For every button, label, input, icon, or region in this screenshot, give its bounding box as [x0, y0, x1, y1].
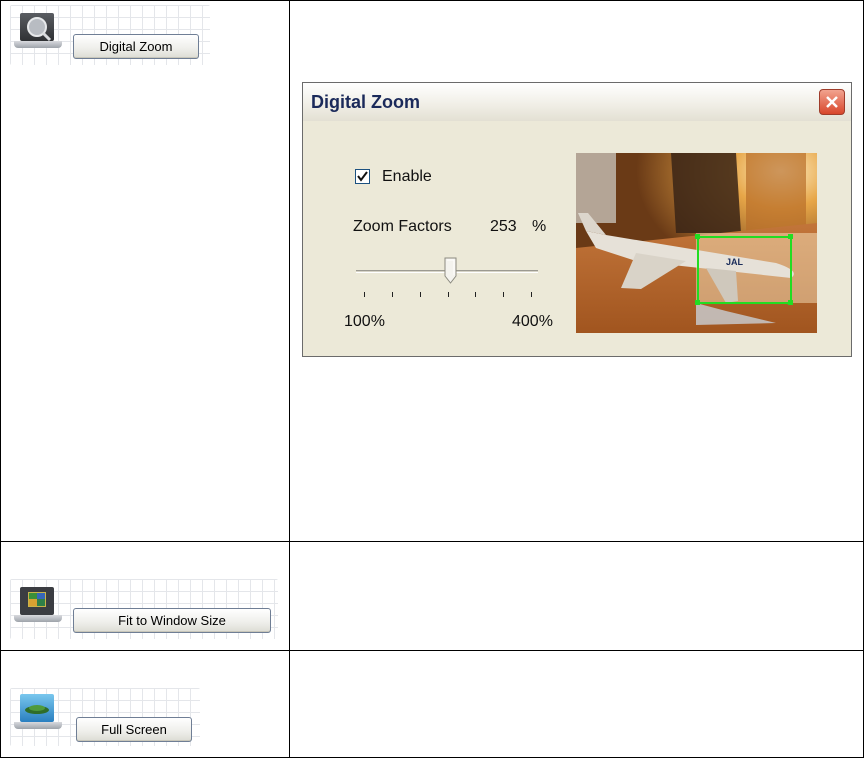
fit-window-laptop-icon	[14, 587, 64, 627]
close-icon	[826, 96, 838, 108]
checkmark-icon	[357, 171, 368, 182]
camera-preview[interactable]: JAL	[576, 153, 817, 333]
slider-tick	[448, 292, 449, 297]
magnifier-laptop-icon	[14, 13, 64, 53]
table-row-divider	[0, 541, 864, 542]
digital-zoom-dialog: Digital Zoom Enable Zoom Factors 253 % 1…	[302, 82, 852, 357]
slider-tick	[531, 292, 532, 297]
zoom-unit: %	[532, 218, 547, 235]
zoom-value: 253	[490, 218, 517, 235]
slider-tick	[392, 292, 393, 297]
full-screen-button[interactable]: Full Screen	[76, 717, 192, 742]
slider-tick	[420, 292, 421, 297]
zoom-slider-thumb[interactable]	[444, 257, 458, 285]
slider-min-label: 100%	[344, 313, 385, 330]
table-column-divider	[289, 0, 290, 758]
digital-zoom-button[interactable]: Digital Zoom	[73, 34, 199, 59]
enable-label: Enable	[382, 168, 432, 185]
airplane-preview-image: JAL	[576, 153, 817, 333]
dialog-title-bar[interactable]: Digital Zoom	[303, 83, 851, 121]
fullscreen-laptop-icon	[14, 694, 64, 734]
slider-tick	[475, 292, 476, 297]
fit-to-window-size-button[interactable]: Fit to Window Size	[73, 608, 271, 633]
airplane-logo-marking: JAL	[726, 257, 744, 267]
slider-max-label: 400%	[512, 313, 553, 330]
table-row-divider	[0, 650, 864, 651]
zoom-factors-label: Zoom Factors	[353, 218, 452, 235]
slider-tick	[364, 292, 365, 297]
close-button[interactable]	[819, 89, 845, 115]
dialog-title: Digital Zoom	[311, 92, 420, 112]
enable-checkbox[interactable]	[355, 169, 370, 184]
slider-tick	[503, 292, 504, 297]
